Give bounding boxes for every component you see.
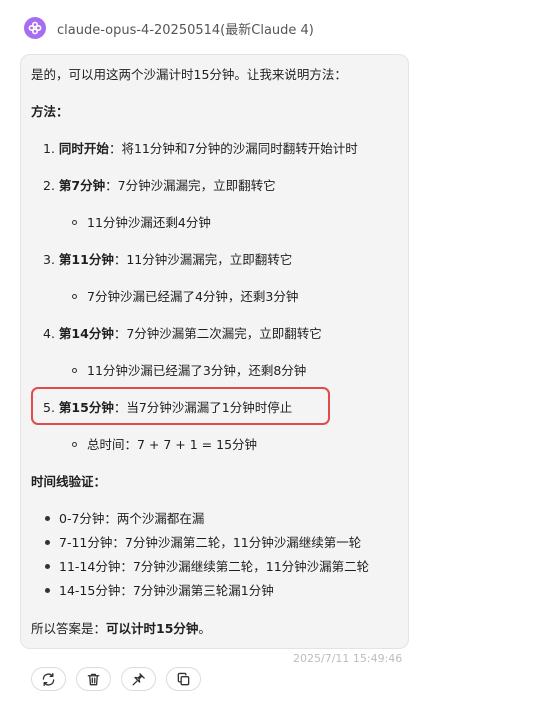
regenerate-button[interactable] bbox=[31, 667, 66, 691]
message-actions bbox=[31, 667, 201, 691]
bullet-hollow-icon bbox=[72, 294, 77, 299]
step-title: 第7分钟 bbox=[58, 178, 106, 193]
step-number: 2. bbox=[43, 178, 55, 193]
conclusion-prefix: 所以答案是： bbox=[31, 621, 107, 636]
step-title: 第15分钟 bbox=[58, 400, 114, 415]
timeline-item: 0-7分钟：两个沙漏都在漏 bbox=[59, 511, 205, 526]
message-timestamp: 2025/7/11 15:49:46 bbox=[293, 652, 403, 665]
copy-button[interactable] bbox=[166, 667, 201, 691]
bullet-icon bbox=[45, 516, 50, 521]
trash-icon bbox=[87, 673, 100, 685]
method-heading: 方法： bbox=[31, 104, 69, 119]
model-name: claude-opus-4-20250514(最新Claude 4) bbox=[57, 22, 314, 38]
timeline-item: 11-14分钟：7分钟沙漏继续第二轮，11分钟沙漏第二轮 bbox=[59, 559, 370, 574]
message-header: claude-opus-4-20250514(最新Claude 4) bbox=[24, 17, 314, 39]
timeline-item: 14-15分钟：7分钟沙漏第三轮漏1分钟 bbox=[59, 583, 274, 598]
pin-button[interactable] bbox=[121, 667, 156, 691]
step-item: 1. 同时开始：将11分钟和7分钟的沙漏同时翻转开始计时 bbox=[43, 141, 358, 157]
step-desc: ：7分钟沙漏第二次漏完，立即翻转它 bbox=[113, 326, 322, 341]
refresh-icon bbox=[42, 672, 55, 686]
timeline-item: 7-11分钟：7分钟沙漏第二轮，11分钟沙漏继续第一轮 bbox=[59, 535, 362, 550]
step-sub-item: 11分钟沙漏已经漏了3分钟，还剩8分钟 bbox=[87, 363, 307, 378]
bullet-icon bbox=[45, 564, 50, 569]
copy-icon bbox=[177, 672, 190, 685]
step-number: 1. bbox=[43, 141, 55, 156]
claude-logo-icon bbox=[28, 21, 42, 35]
bullet-hollow-icon bbox=[72, 220, 77, 225]
intro-text: 是的，可以用这两个沙漏计时15分钟。让我来说明方法： bbox=[31, 67, 347, 82]
step-item: 3. 第11分钟：11分钟沙漏漏完，立即翻转它 bbox=[43, 252, 292, 268]
step-title: 同时开始 bbox=[58, 141, 109, 156]
bullet-icon bbox=[45, 588, 50, 593]
pin-icon bbox=[132, 672, 145, 685]
step-desc: ：当7分钟沙漏漏了1分钟时停止 bbox=[113, 400, 293, 415]
conclusion-text: 所以答案是：可以计时15分钟。 bbox=[31, 621, 211, 637]
timeline-heading: 时间线验证： bbox=[31, 474, 107, 489]
bullet-hollow-icon bbox=[72, 368, 77, 373]
step-sub-item: 7分钟沙漏已经漏了4分钟，还剩3分钟 bbox=[87, 289, 299, 304]
step-sub-item: 11分钟沙漏还剩4分钟 bbox=[87, 215, 211, 230]
step-item: 4. 第14分钟：7分钟沙漏第二次漏完，立即翻转它 bbox=[43, 326, 322, 342]
bullet-hollow-icon bbox=[72, 442, 77, 447]
step-desc: ：11分钟沙漏漏完，立即翻转它 bbox=[113, 252, 293, 267]
delete-button[interactable] bbox=[76, 667, 111, 691]
step-desc: ：将11分钟和7分钟的沙漏同时翻转开始计时 bbox=[108, 141, 358, 156]
step-number: 5. bbox=[43, 400, 55, 415]
bullet-icon bbox=[45, 540, 50, 545]
step-desc: ：7分钟沙漏漏完，立即翻转它 bbox=[105, 178, 276, 193]
step-title: 第14分钟 bbox=[58, 326, 114, 341]
step-title: 第11分钟 bbox=[58, 252, 114, 267]
step-number: 4. bbox=[43, 326, 55, 341]
step-number: 3. bbox=[43, 252, 55, 267]
step-item: 5. 第15分钟：当7分钟沙漏漏了1分钟时停止 bbox=[43, 400, 292, 416]
conclusion-suffix: 。 bbox=[198, 621, 211, 636]
model-avatar bbox=[24, 17, 46, 39]
step-item: 2. 第7分钟：7分钟沙漏漏完，立即翻转它 bbox=[43, 178, 276, 194]
conclusion-answer: 可以计时15分钟 bbox=[106, 621, 199, 636]
step-sub-item: 总时间：7 + 7 + 1 = 15分钟 bbox=[87, 437, 258, 452]
